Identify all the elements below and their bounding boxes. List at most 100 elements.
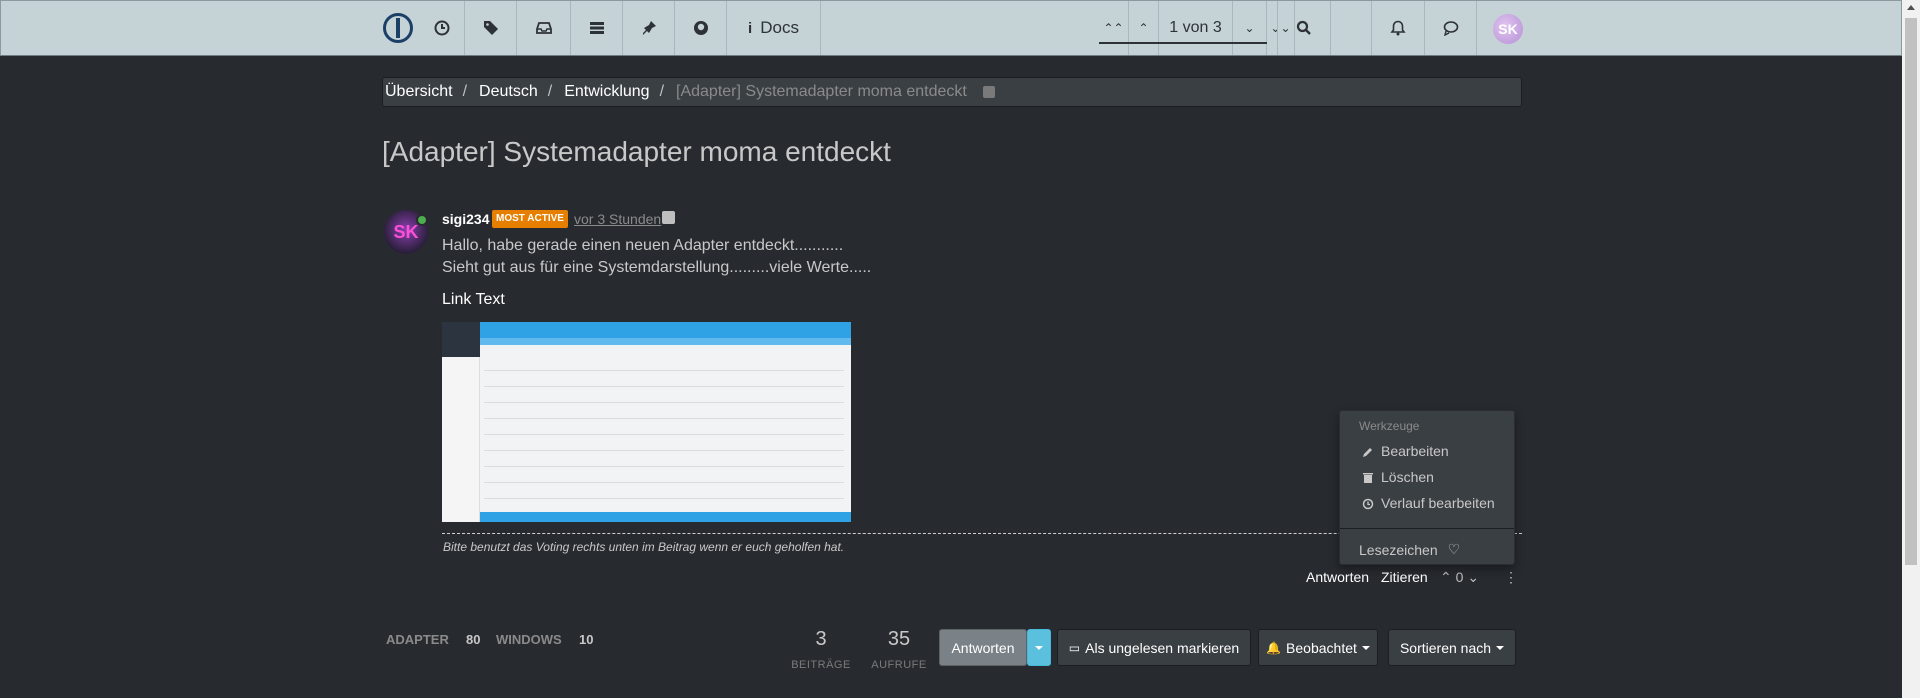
breadcrumb-deutsch[interactable]: Deutsch: [479, 83, 538, 101]
tags-nav[interactable]: [465, 1, 517, 55]
logo-icon[interactable]: [383, 13, 413, 43]
image-row: [484, 386, 844, 387]
breadcrumb-overview[interactable]: Übersicht: [385, 83, 453, 101]
mark-unread-button[interactable]: ▭ Als ungelesen markieren: [1057, 629, 1251, 666]
menu-divider: [1340, 528, 1514, 529]
tag-adapter[interactable]: ADAPTER: [386, 632, 449, 647]
sort-label: Sortieren nach: [1399, 639, 1492, 656]
edited-icon: [662, 211, 675, 224]
post-image[interactable]: [442, 322, 851, 522]
info-icon: i: [748, 19, 753, 37]
scrollbar-thumb[interactable]: [1905, 18, 1917, 565]
rss-icon[interactable]: [982, 86, 995, 98]
tag-count: 10: [579, 632, 594, 647]
vote-controls: ⌃ 0 ⌄: [1440, 569, 1479, 586]
github-nav[interactable]: [675, 1, 727, 55]
bell-icon: 🔔: [1266, 640, 1282, 655]
image-footer: [480, 512, 851, 522]
image-row: [484, 370, 844, 371]
clock-icon: [434, 20, 449, 36]
caret-down-icon: [1035, 645, 1043, 650]
vote-count: 0: [1455, 569, 1464, 585]
reply-button[interactable]: Antworten: [939, 629, 1027, 666]
post-author-name[interactable]: sigi234: [442, 211, 489, 227]
next-post-button[interactable]: ⌄: [1233, 1, 1267, 55]
quote-link[interactable]: Zitieren: [1381, 569, 1428, 585]
docs-nav[interactable]: i Docs: [727, 1, 821, 55]
pagination-progress: [1099, 42, 1267, 44]
tag-count: 80: [466, 632, 481, 647]
post-tools-menu: Werkzeuge Bearbeiten Löschen Verlauf bea…: [1339, 410, 1515, 565]
menu-item-bookmark[interactable]: Lesezeichen ♡: [1359, 541, 1460, 558]
menu-item-label: Bearbeiten: [1381, 443, 1449, 459]
chat-icon: [1443, 21, 1458, 36]
github-icon: [693, 21, 708, 35]
tools-menu-header: Werkzeuge: [1359, 419, 1420, 433]
post-content-line: Hallo, habe gerade einen neuen Adapter e…: [442, 237, 844, 254]
post-signature: Bitte benutzt das Voting rechts unten im…: [443, 540, 845, 554]
double-up-icon: ⌃⌃: [1103, 21, 1124, 35]
scroll-up-icon[interactable]: [1907, 5, 1915, 10]
pencil-icon: [1362, 445, 1374, 457]
first-post-button[interactable]: ⌃⌃: [1099, 1, 1129, 55]
user-avatar[interactable]: SK: [1493, 14, 1523, 44]
image-sidebar-header: [442, 322, 480, 357]
breadcrumb-entwicklung[interactable]: Entwicklung: [564, 83, 649, 101]
tag-windows[interactable]: WINDOWS: [496, 632, 562, 647]
image-row: [484, 466, 844, 467]
prev-post-button[interactable]: ⌃: [1129, 1, 1159, 55]
post-pagination[interactable]: 1 von 3: [1159, 1, 1233, 55]
watch-label: Beobachtet: [1286, 639, 1357, 656]
docs-label: Docs: [760, 18, 799, 37]
caret-down-icon: [1496, 645, 1505, 650]
up-icon: ⌃: [1138, 21, 1149, 35]
scrollbar[interactable]: [1902, 0, 1920, 698]
mark-unread-label: Als ungelesen markieren: [1085, 639, 1240, 656]
list-icon: [589, 22, 604, 34]
sort-button[interactable]: Sortieren nach: [1388, 629, 1516, 666]
posts-label: BEITRÄGE: [791, 659, 851, 671]
breadcrumb-sep: /: [547, 83, 553, 100]
search-button[interactable]: [1277, 1, 1331, 55]
author-badge: MOST ACTIVE: [492, 210, 568, 228]
image-row: [484, 450, 844, 451]
image-row: [484, 402, 844, 403]
post-timestamp[interactable]: vor 3 Stunden: [574, 211, 661, 227]
bell-icon: [1390, 20, 1406, 36]
pin-nav[interactable]: [623, 1, 675, 55]
menu-item-edit[interactable]: Bearbeiten: [1362, 443, 1449, 459]
pin-icon: [642, 21, 656, 35]
search-icon: [1296, 20, 1311, 35]
heart-icon: ♡: [1447, 541, 1461, 557]
reply-dropdown-button[interactable]: [1027, 629, 1051, 666]
menu-item-history[interactable]: Verlauf bearbeiten: [1362, 495, 1495, 511]
breadcrumb: Übersicht / Deutsch / Entwicklung / [Ada…: [382, 77, 1522, 107]
recent-nav[interactable]: [419, 1, 465, 55]
unread-nav[interactable]: [517, 1, 571, 55]
inbox-icon: ▭: [1068, 640, 1081, 655]
reply-link[interactable]: Antworten: [1306, 569, 1369, 585]
top-navbar: i Docs ⌃⌃ ⌃ 1 von 3 ⌄ ⌄⌄ SK: [0, 0, 1902, 56]
categories-nav[interactable]: [571, 1, 623, 55]
menu-item-label: Verlauf bearbeiten: [1381, 495, 1495, 511]
menu-item-delete[interactable]: Löschen: [1362, 469, 1434, 485]
downvote-icon[interactable]: ⌄: [1467, 569, 1479, 585]
image-toolbar: [480, 322, 851, 338]
menu-item-label: Löschen: [1381, 469, 1434, 485]
breadcrumb-sep: /: [659, 83, 665, 100]
watch-button[interactable]: 🔔 Beobachtet: [1258, 629, 1378, 666]
breadcrumb-sep: /: [462, 83, 468, 100]
trash-icon: [1362, 471, 1374, 483]
views-count: 35: [887, 628, 911, 650]
inbox-icon: [535, 22, 552, 34]
post-link[interactable]: Link Text: [442, 291, 505, 309]
notifications-button[interactable]: [1371, 1, 1425, 55]
chats-button[interactable]: [1425, 1, 1477, 55]
image-row: [484, 434, 844, 435]
upvote-icon[interactable]: ⌃: [1440, 569, 1452, 585]
post-tools-icon[interactable]: ⋮: [1504, 569, 1518, 586]
tags-icon: [483, 21, 498, 35]
history-icon: [1362, 497, 1374, 510]
image-row: [484, 418, 844, 419]
breadcrumb-current: [Adapter] Systemadapter moma entdeckt: [676, 83, 967, 100]
